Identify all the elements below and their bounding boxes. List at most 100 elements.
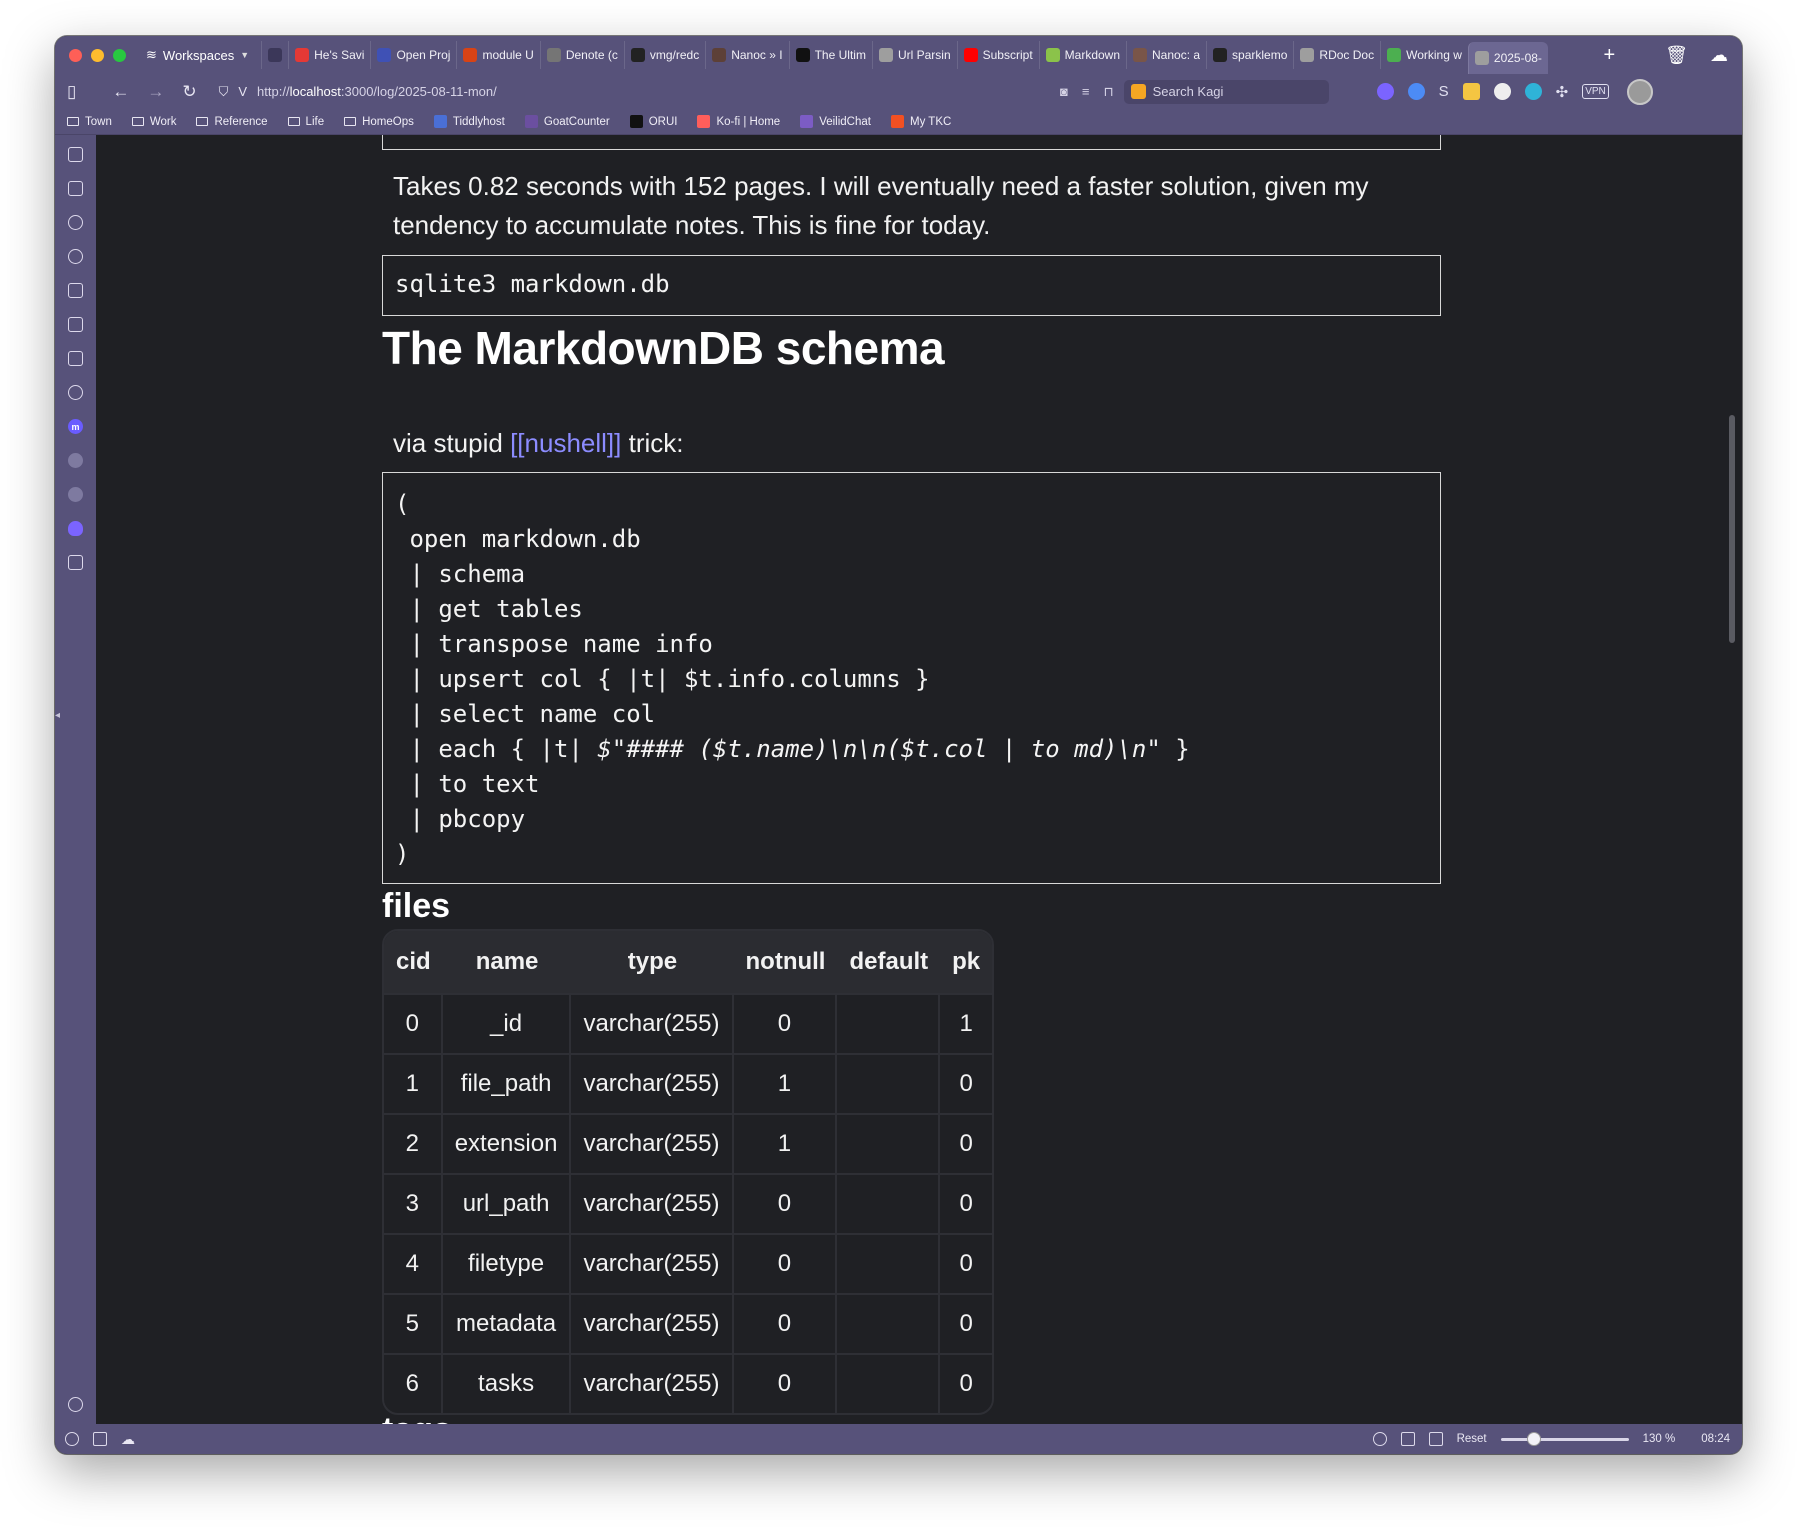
proton-pass-icon[interactable] <box>1376 83 1394 100</box>
web-panel-icon[interactable] <box>68 453 83 468</box>
tab[interactable]: Working w <box>1380 41 1468 69</box>
bookmark-item[interactable]: HomeOps <box>344 116 414 128</box>
code-line: | upsert col { |t| $t.info.columns } <box>395 665 930 693</box>
kagi-icon <box>1130 84 1146 99</box>
sync-icon[interactable] <box>68 385 83 400</box>
proton-panel-icon[interactable] <box>68 521 83 536</box>
workspaces-button[interactable]: ≋ Workspaces ▼ <box>146 47 249 63</box>
tab[interactable]: sparklemo <box>1206 41 1293 69</box>
workspaces-label: Workspaces <box>162 47 235 63</box>
url-text[interactable]: http://localhost:3000/log/2025-08-11-mon… <box>257 84 497 99</box>
rss-icon[interactable]: ◙ <box>1060 84 1068 100</box>
bookmark-item[interactable]: Life <box>287 116 324 128</box>
cloud-icon[interactable]: ☁ <box>121 1431 135 1448</box>
vpn-icon[interactable]: VPN <box>1582 84 1609 99</box>
avatar[interactable] <box>1626 78 1653 105</box>
bookmark-item[interactable]: Work <box>131 116 176 128</box>
tab-label: Nanoc » I <box>731 48 783 62</box>
tab[interactable]: Nanoc » I <box>705 41 788 69</box>
minimize-window-button[interactable] <box>91 48 104 62</box>
tab[interactable]: Open Proj <box>370 41 456 69</box>
reload-button[interactable]: ↻ <box>182 82 196 102</box>
code-line: ) <box>395 840 410 868</box>
tab-bar-actions: + 🗑 ☁ <box>1603 44 1728 67</box>
table-cell: 0 <box>940 1353 993 1413</box>
tab[interactable]: He's Savi <box>288 41 370 69</box>
search-placeholder: Search Kagi <box>1152 84 1224 99</box>
tab-label: Markdown <box>1064 48 1121 62</box>
notes-icon[interactable] <box>68 283 83 298</box>
tab[interactable]: The Ultim <box>788 41 872 69</box>
reader-view-icon[interactable]: ≡ <box>1082 84 1090 100</box>
scrollbar[interactable] <box>1729 415 1735 643</box>
bookmark-item[interactable]: Reference <box>196 116 268 128</box>
tab[interactable]: module U <box>456 41 539 69</box>
puzzle-icon[interactable]: ✣ <box>1556 83 1569 101</box>
at-extension-icon[interactable] <box>1493 83 1511 100</box>
trash-icon[interactable]: 🗑 <box>1665 45 1688 66</box>
mastodon-icon[interactable]: m <box>68 419 83 434</box>
collapse-sidebar-icon[interactable]: ◂ <box>55 710 60 721</box>
tab[interactable]: vmg/redc <box>623 41 705 69</box>
history-icon[interactable] <box>68 249 83 264</box>
tab[interactable]: RDoc Doc <box>1293 41 1380 69</box>
tile-toggle-icon[interactable] <box>1400 1432 1415 1446</box>
tab[interactable]: Subscript <box>956 41 1039 69</box>
capture-icon[interactable] <box>1372 1432 1387 1446</box>
bookmark-item[interactable]: My TKC <box>890 115 951 128</box>
tab[interactable]: Denote (c <box>539 41 624 69</box>
bookmark-item[interactable]: Tiddlyhost <box>433 115 505 128</box>
search-field[interactable]: Search Kagi <box>1123 79 1329 104</box>
tab[interactable]: Url Parsin <box>871 41 957 69</box>
nanoc-icon <box>712 48 727 62</box>
tab-label: Url Parsin <box>897 48 951 62</box>
translate-icon[interactable] <box>68 351 83 366</box>
table-cell: 0 <box>940 1233 993 1293</box>
web-panel-icon[interactable] <box>68 487 83 502</box>
zoom-slider[interactable] <box>1500 1431 1629 1446</box>
url-field[interactable]: ⛉ V http://localhost:3000/log/2025-08-11… <box>219 84 1124 100</box>
extension-icon[interactable] <box>1407 83 1425 100</box>
tab-label: Subscript <box>982 48 1033 62</box>
reading-list-icon[interactable] <box>68 181 83 196</box>
tab-active[interactable]: 2025-08- <box>1467 42 1548 74</box>
zoom-slider-handle[interactable] <box>1526 1431 1541 1446</box>
back-button[interactable]: ← <box>112 82 129 102</box>
table-cell: url_path <box>442 1173 572 1233</box>
bookmarks-panel-icon[interactable] <box>68 147 83 162</box>
downloads-icon[interactable] <box>68 215 83 230</box>
close-window-button[interactable] <box>69 48 82 62</box>
zoom-reset-button[interactable]: Reset <box>1457 1433 1487 1445</box>
column-header: type <box>571 931 734 993</box>
bookmark-icon[interactable]: ⊓ <box>1103 84 1113 100</box>
nushell-link[interactable]: [[nushell]] <box>510 428 621 458</box>
tab-label: Working w <box>1406 48 1462 62</box>
add-panel-icon[interactable] <box>68 555 83 570</box>
bookmark-item[interactable]: Ko-fi | Home <box>697 115 780 128</box>
table-cell: 0 <box>733 1353 838 1413</box>
tab[interactable]: Markdown <box>1038 41 1126 69</box>
tab[interactable]: Nanoc: a <box>1126 41 1206 69</box>
github-icon <box>630 48 645 62</box>
bookmark-item[interactable]: Town <box>67 116 112 128</box>
bookmark-item[interactable]: VeilidChat <box>800 115 871 128</box>
notes-extension-icon[interactable] <box>1462 83 1480 100</box>
tiling-icon[interactable] <box>93 1432 107 1446</box>
sidebar-toggle-icon[interactable]: ▯ <box>67 82 76 102</box>
zoom-window-button[interactable] <box>113 48 126 62</box>
new-tab-button[interactable]: + <box>1603 44 1615 67</box>
settings-gear-icon[interactable] <box>68 1397 83 1412</box>
cloud-sync-icon[interactable]: ☁ <box>1710 45 1728 66</box>
forward-button[interactable]: → <box>147 82 164 102</box>
window-panel-icon[interactable] <box>68 317 83 332</box>
bookmark-item[interactable]: ORUI <box>629 115 677 128</box>
vivaldi-icon: V <box>238 84 248 99</box>
bookmark-item[interactable]: GoatCounter <box>524 115 610 128</box>
perplexity-icon <box>268 48 283 62</box>
settings-icon[interactable] <box>65 1432 79 1446</box>
shield-icon[interactable]: ⛉ <box>219 84 229 100</box>
cloud-extension-icon[interactable] <box>1524 83 1542 100</box>
tab[interactable] <box>261 41 288 69</box>
s-extension-icon[interactable]: S <box>1439 83 1449 100</box>
page-actions-icon[interactable] <box>1428 1432 1443 1446</box>
